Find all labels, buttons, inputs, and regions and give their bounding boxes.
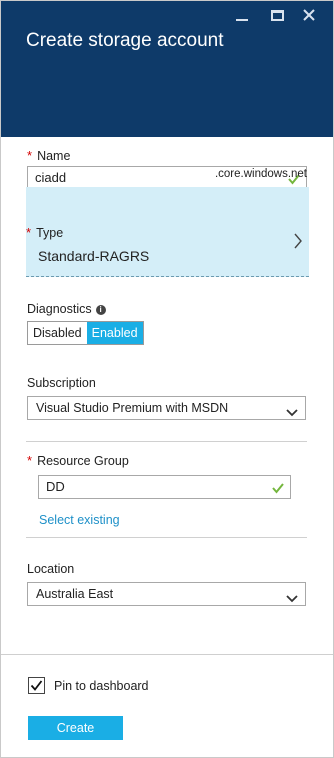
required-marker: * <box>27 148 33 163</box>
type-value: Standard-RAGRS <box>38 248 150 264</box>
subscription-value: Visual Studio Premium with MSDN <box>36 401 229 415</box>
name-input-value: ciadd <box>35 170 67 185</box>
type-selector[interactable]: * Type Standard-RAGRS <box>26 187 309 277</box>
domain-suffix: .core.windows.net <box>214 168 307 180</box>
diagnostics-disabled-option[interactable]: Disabled <box>28 322 87 344</box>
pin-to-dashboard-label[interactable]: Pin to dashboard <box>54 679 149 693</box>
resource-group-input[interactable]: DD <box>38 475 291 499</box>
footer-divider <box>1 654 333 655</box>
resource-group-label-row: * Resource Group <box>27 453 129 468</box>
location-label: Location <box>27 562 75 576</box>
pin-to-dashboard-checkbox[interactable] <box>28 677 45 694</box>
maximize-icon[interactable] <box>269 7 285 23</box>
page-title: Create storage account <box>26 30 224 51</box>
location-select[interactable]: Australia East <box>27 582 306 606</box>
subscription-select[interactable]: Visual Studio Premium with MSDN <box>27 396 306 420</box>
close-icon[interactable] <box>301 7 317 23</box>
chevron-down-icon <box>286 403 298 417</box>
required-marker: * <box>27 453 33 468</box>
select-existing-link[interactable]: Select existing <box>39 513 120 527</box>
minimize-icon[interactable] <box>234 7 250 23</box>
name-label: Name <box>37 149 71 163</box>
type-label: Type <box>36 226 64 240</box>
create-button[interactable]: Create <box>28 716 123 740</box>
resource-group-value: DD <box>46 479 65 494</box>
chevron-down-icon <box>286 589 298 603</box>
checkmark-icon <box>271 480 285 494</box>
name-label-row: * Name <box>27 148 70 163</box>
chevron-right-icon <box>293 233 303 249</box>
diagnostics-enabled-option[interactable]: Enabled <box>86 322 143 344</box>
diagnostics-toggle: Disabled Enabled <box>27 321 144 345</box>
section-divider <box>26 537 307 538</box>
diagnostics-label: Diagnostics <box>27 302 92 316</box>
info-icon[interactable]: i <box>95 305 106 315</box>
create-storage-blade: Create storage account * Name ciadd .core… <box>0 0 334 758</box>
location-value: Australia East <box>36 587 114 601</box>
section-divider <box>26 441 307 442</box>
resource-group-label: Resource Group <box>37 454 129 468</box>
required-marker: * <box>26 225 32 240</box>
subscription-label: Subscription <box>27 376 96 390</box>
checkbox-check-icon <box>30 680 43 691</box>
diagnostics-label-row: Diagnostics i <box>27 302 106 316</box>
type-label-row: * Type <box>26 225 63 240</box>
blade-header: Create storage account <box>1 1 333 137</box>
